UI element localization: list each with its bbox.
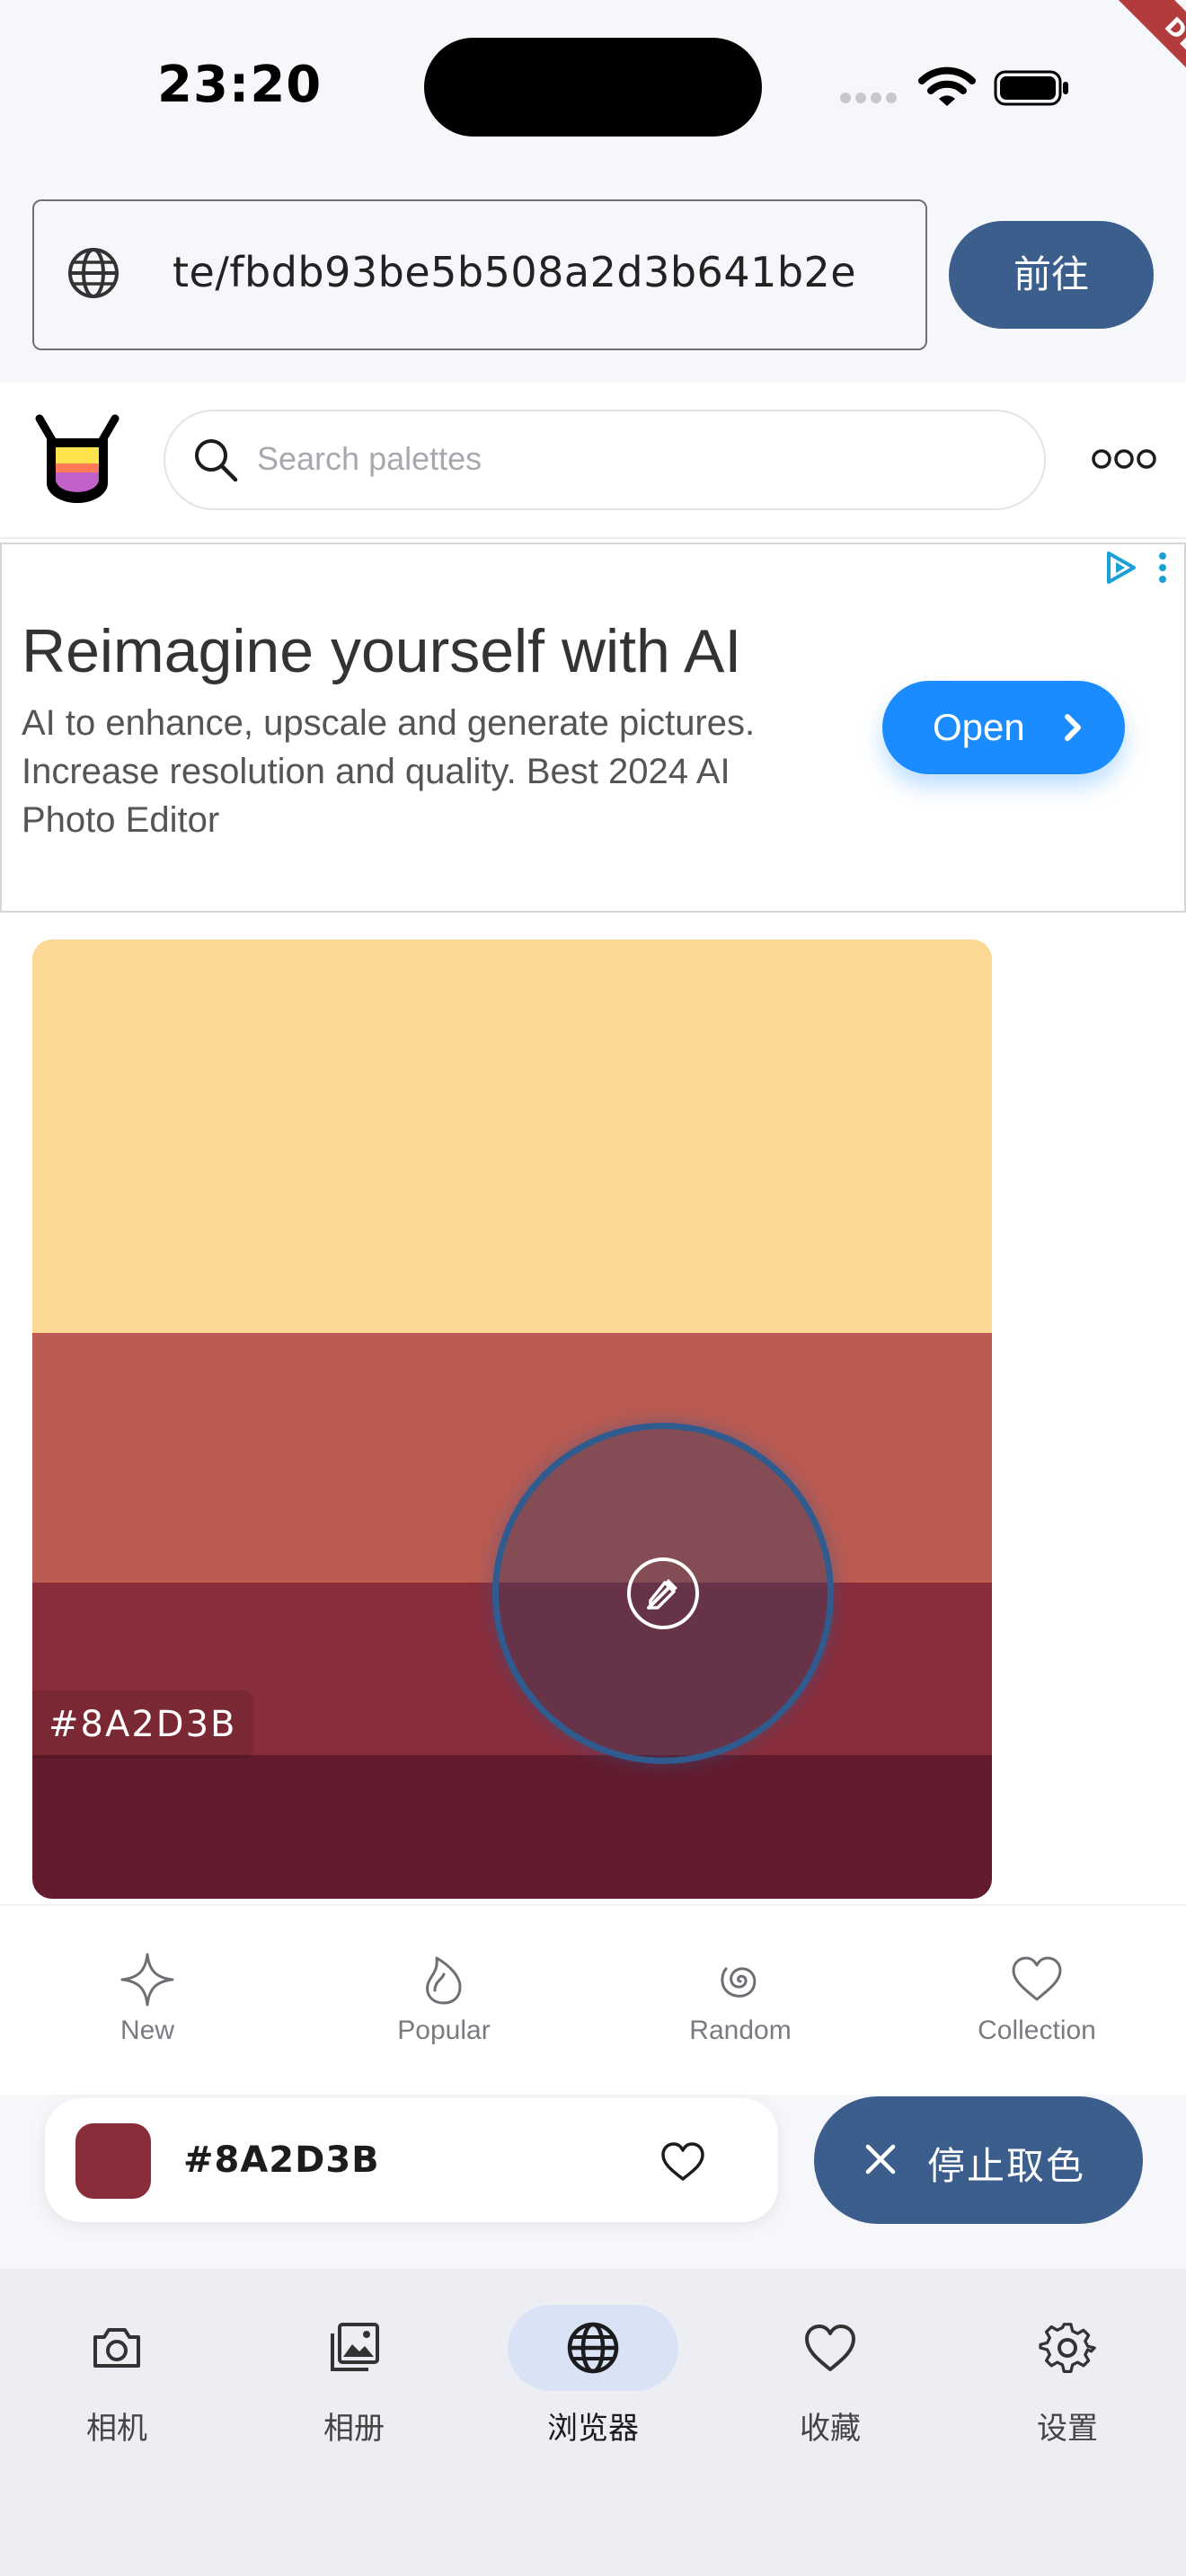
site-tab-new[interactable]: New <box>49 1951 246 2059</box>
globe-icon <box>68 248 119 298</box>
palette-swatch-1[interactable] <box>32 940 992 1333</box>
ad-choices-icon[interactable] <box>1102 548 1141 587</box>
chevron-right-icon <box>1065 714 1081 741</box>
status-time: 23:20 <box>157 56 323 114</box>
nav-label: 相机 <box>86 2411 147 2447</box>
site-tab-label: New <box>119 2016 174 2045</box>
nav-label: 相册 <box>323 2411 385 2447</box>
site-tab-label: Random <box>689 2016 792 2045</box>
picked-color-hex[interactable]: #8A2D3B <box>183 2139 380 2181</box>
site-tab-label: Collection <box>978 2016 1096 2045</box>
nav-label: 收藏 <box>800 2411 861 2447</box>
stop-picking-label: 停止取色 <box>927 2144 1086 2188</box>
nav-label: 浏览器 <box>547 2411 639 2447</box>
site-tab-collection[interactable]: Collection <box>938 1951 1136 2059</box>
palette-swatch-4[interactable] <box>32 1755 992 1899</box>
go-button[interactable]: 前往 <box>949 221 1154 329</box>
globe-icon <box>567 2322 619 2374</box>
ad-body[interactable]: AI to enhance, upscale and generate pict… <box>22 699 830 844</box>
picked-color-swatch <box>75 2123 151 2199</box>
ad-menu-icon[interactable] <box>1154 550 1172 586</box>
ad-open-label: Open <box>933 706 1025 748</box>
swatch-hex-label: #8A2D3B <box>32 1690 253 1759</box>
nav-browser[interactable]: 浏览器 <box>503 2305 683 2447</box>
gallery-icon <box>331 2323 379 2371</box>
flame-icon <box>426 1956 462 2005</box>
debug-banner: DEBUG <box>1006 0 1186 171</box>
nav-favorites[interactable]: 收藏 <box>740 2305 920 2447</box>
close-icon <box>865 2144 896 2175</box>
site-tab-label: Popular <box>397 2016 491 2045</box>
ad-open-button[interactable]: Open <box>882 681 1125 774</box>
cellular-signal-icon <box>840 90 903 103</box>
site-logo[interactable] <box>32 413 122 507</box>
search-placeholder: Search palettes <box>257 440 482 477</box>
site-tab-popular[interactable]: Popular <box>345 1951 543 2059</box>
gear-icon <box>1039 2323 1096 2374</box>
search-icon <box>195 439 238 482</box>
nav-camera[interactable]: 相机 <box>27 2305 207 2447</box>
eyedropper-icon <box>627 1557 699 1629</box>
nav-label: 设置 <box>1037 2411 1098 2447</box>
ad-title[interactable]: Reimagine yourself with AI <box>22 616 741 686</box>
spiral-icon <box>721 1967 757 1998</box>
favorite-heart-icon[interactable] <box>659 2139 706 2183</box>
header-divider <box>0 537 1186 539</box>
camera-icon <box>93 2328 140 2368</box>
nav-gallery[interactable]: 相册 <box>264 2305 444 2447</box>
more-options-icon[interactable] <box>1091 446 1157 472</box>
dynamic-island <box>424 38 762 137</box>
heart-icon <box>805 2325 855 2371</box>
nav-settings[interactable]: 设置 <box>978 2305 1157 2447</box>
url-text[interactable]: te/fbdb93be5b508a2d3b641b2e <box>173 248 891 296</box>
site-tab-random[interactable]: Random <box>642 1951 839 2059</box>
heart-icon <box>1012 1956 1062 2001</box>
wifi-icon <box>918 66 976 106</box>
sparkle-icon <box>120 1953 174 2007</box>
tabs-divider <box>0 1904 1186 1906</box>
